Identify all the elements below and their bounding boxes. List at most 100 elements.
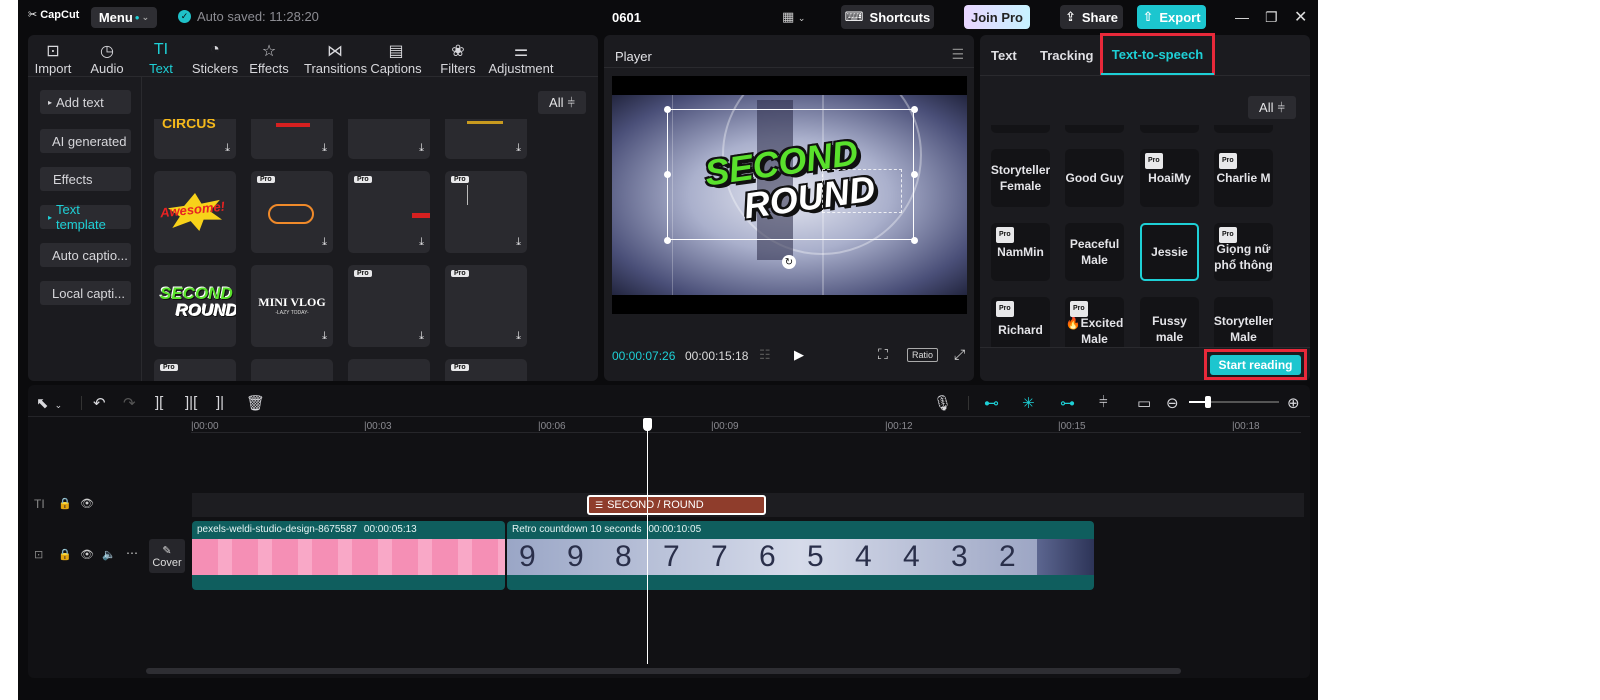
lock-icon[interactable]: 🔒 xyxy=(58,548,72,561)
template-tile[interactable]: Pro ⤓ xyxy=(445,171,527,253)
template-tile[interactable] xyxy=(251,359,333,381)
tab-text[interactable]: TI Text xyxy=(134,41,188,76)
undo-icon[interactable]: ↶ xyxy=(93,394,106,412)
download-icon[interactable]: ⤓ xyxy=(419,142,424,155)
voice-filter-button[interactable]: All ⫩ xyxy=(1248,96,1296,119)
voice-charlie-m[interactable]: Pro Charlie M xyxy=(1214,149,1273,207)
zoom-in-icon[interactable]: ⊕ xyxy=(1287,394,1300,412)
voice-tile[interactable] xyxy=(991,125,1050,133)
sidebar-item-effects[interactable]: Effects xyxy=(40,167,131,191)
eye-icon[interactable]: 👁 xyxy=(80,497,94,510)
select-tool-icon[interactable]: ⬉ ⌄ xyxy=(36,394,62,412)
lock-icon[interactable]: 🔒 xyxy=(58,497,72,510)
voice-hoaimy[interactable]: Pro HoaiMy xyxy=(1140,149,1199,207)
menu-button[interactable]: Menu ● ⌄ xyxy=(91,7,157,28)
voice-fussy-male[interactable]: Fussy male xyxy=(1140,297,1199,347)
link-icon[interactable]: ⊶ xyxy=(1060,394,1075,412)
template-tile[interactable]: Pro ⤓ xyxy=(251,171,333,253)
voice-richard[interactable]: Pro Richard xyxy=(991,297,1050,347)
zoom-out-icon[interactable]: ⊖ xyxy=(1166,394,1179,412)
text-clip[interactable]: ☰ SECOND / ROUND xyxy=(587,495,766,515)
delete-icon[interactable]: 🗑 xyxy=(246,394,265,412)
voice-excited-male[interactable]: Pro 🔥Excited Male xyxy=(1065,297,1124,347)
resize-handle[interactable] xyxy=(664,171,671,178)
voice-jessie[interactable]: Jessie xyxy=(1140,223,1199,281)
voice-giong-nu-pho-thong[interactable]: Pro Giọng nữ phổ thông xyxy=(1214,223,1273,281)
template-tile[interactable]: Pro xyxy=(154,359,236,381)
sidebar-item-local-captions[interactable]: Local capti... xyxy=(40,281,131,305)
tab-effects[interactable]: ☆ Effects xyxy=(242,41,296,76)
redo-icon[interactable]: ↷ xyxy=(123,394,136,412)
download-icon[interactable]: ⤓ xyxy=(419,330,424,343)
voice-storyteller-male[interactable]: Storyteller Male xyxy=(1214,297,1273,347)
sidebar-item-ai-generated[interactable]: AI generated xyxy=(40,129,131,153)
resize-handle[interactable] xyxy=(664,237,671,244)
template-tile-second-round[interactable]: SECOND ROUND xyxy=(154,265,236,347)
template-tile[interactable]: Pro ⤓ xyxy=(445,265,527,347)
voice-tile[interactable] xyxy=(1065,125,1124,133)
snap-icon[interactable]: ✳ xyxy=(1022,394,1035,412)
layout-icon[interactable]: ▦ ⌄ xyxy=(782,9,805,25)
frame-grid-icon[interactable]: ☷ xyxy=(759,347,771,363)
start-reading-button[interactable]: Start reading xyxy=(1210,354,1301,375)
sidebar-item-auto-captions[interactable]: Auto captio... xyxy=(40,243,131,267)
minimize-icon[interactable]: — xyxy=(1235,9,1249,25)
template-tile-mini-vlog[interactable]: MINI VLOG -LAZY TODAY- ⤓ xyxy=(251,265,333,347)
download-icon[interactable]: ⤓ xyxy=(322,330,327,343)
tab-tracking[interactable]: Tracking xyxy=(1040,48,1093,63)
sidebar-item-text-template[interactable]: ▸ Text template xyxy=(40,202,131,232)
tab-import[interactable]: ⊡ Import xyxy=(26,41,80,76)
playhead-handle[interactable] xyxy=(643,418,652,431)
split-icon[interactable]: ][ xyxy=(155,394,163,411)
rotate-handle-icon[interactable]: ↻ xyxy=(782,255,796,269)
tab-text-to-speech[interactable]: Text-to-speech xyxy=(1112,47,1204,62)
download-icon[interactable]: ⤓ xyxy=(225,142,230,155)
voice-good-guy[interactable]: Good Guy xyxy=(1065,149,1124,207)
project-title[interactable]: 0601 xyxy=(612,10,641,25)
zoom-slider-thumb[interactable] xyxy=(1205,396,1211,408)
resize-handle[interactable] xyxy=(911,171,918,178)
play-icon[interactable]: ▶ xyxy=(794,347,804,363)
resize-handle[interactable] xyxy=(911,237,918,244)
expand-icon[interactable]: ⤢ xyxy=(954,346,965,363)
caption-edit-icon[interactable]: ▭ xyxy=(1137,394,1151,412)
timeline-scrollbar[interactable] xyxy=(146,668,1181,674)
voice-nammin[interactable]: Pro NamMin xyxy=(991,223,1050,281)
template-tile-awesome[interactable]: Awesome! xyxy=(154,171,236,253)
download-icon[interactable]: ⤓ xyxy=(516,236,521,249)
fullscreen-crop-icon[interactable]: ⛶ xyxy=(878,346,888,363)
playhead[interactable] xyxy=(647,418,648,664)
download-icon[interactable]: ⤓ xyxy=(419,236,424,249)
eye-icon[interactable]: 👁 xyxy=(80,548,94,561)
tab-stickers[interactable]: ◔ Stickers xyxy=(188,41,242,76)
close-icon[interactable]: ✕ xyxy=(1294,7,1307,27)
template-tile[interactable]: Pro xyxy=(445,359,527,381)
download-icon[interactable]: ⤓ xyxy=(322,236,327,249)
tab-captions[interactable]: ▤ Captions xyxy=(368,41,424,76)
template-tile[interactable]: CIRCUS ⤓ xyxy=(154,119,236,159)
player-menu-icon[interactable]: ☰ xyxy=(951,46,964,63)
resize-handle[interactable] xyxy=(664,106,671,113)
template-tile[interactable]: Pro ⤓ xyxy=(348,171,430,253)
join-pro-button[interactable]: Join Pro xyxy=(964,5,1030,29)
template-tile[interactable]: ⤓ xyxy=(348,119,430,159)
template-tile[interactable]: ⤓ xyxy=(251,119,333,159)
ratio-button[interactable]: Ratio xyxy=(907,348,938,362)
preview-canvas[interactable]: SECOND ROUND ↻ xyxy=(612,76,967,314)
voice-peaceful-male[interactable]: Peaceful Male xyxy=(1065,223,1124,281)
download-icon[interactable]: ⤓ xyxy=(322,142,327,155)
resize-handle[interactable] xyxy=(911,106,918,113)
sidebar-item-add-text[interactable]: ▸ Add text xyxy=(40,90,131,114)
microphone-icon[interactable]: 🎙 xyxy=(933,394,952,412)
template-tile[interactable] xyxy=(348,359,430,381)
export-button[interactable]: ⇧ Export xyxy=(1137,5,1206,29)
download-icon[interactable]: ⤓ xyxy=(516,142,521,155)
video-clip-1[interactable]: pexels-weldi-studio-design-8675587 00:00… xyxy=(192,521,505,590)
more-icon[interactable]: ⋯ xyxy=(126,546,138,560)
tab-adjustment[interactable]: ⚌ Adjustment xyxy=(480,41,562,76)
speaker-icon[interactable]: 🔈 xyxy=(102,548,116,561)
voice-storyteller-female[interactable]: Storyteller Female xyxy=(991,149,1050,207)
template-tile[interactable]: Pro ⤓ xyxy=(348,265,430,347)
template-filter-button[interactable]: All ⫩ xyxy=(538,91,586,114)
tab-transitions[interactable]: ⋈ Transitions xyxy=(304,41,367,76)
